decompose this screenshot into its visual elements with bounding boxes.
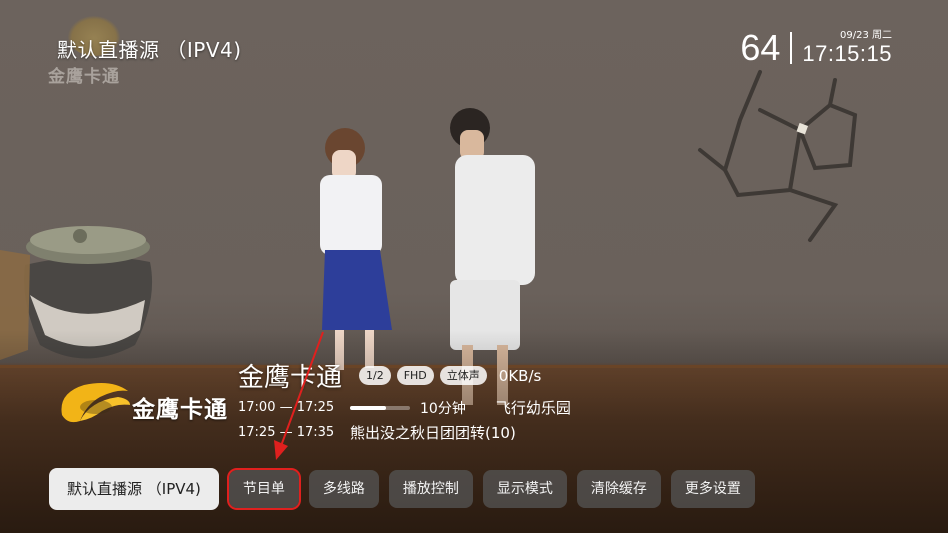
epg-current-title: 飞行幼乐园 (495, 399, 571, 417)
epg-next: 17:25 — 17:35 熊出没之秋日团团转(10) (238, 422, 516, 443)
channel-logo-text: 金鹰卡通 (132, 397, 228, 423)
clock-divider (790, 32, 793, 64)
display-mode-button[interactable]: 显示模式 (482, 470, 567, 508)
video-frame: 金鹰卡通 (0, 0, 948, 533)
clock-time: 17:15:15 (802, 41, 892, 66)
quality-badge: FHD (396, 366, 434, 385)
clear-cache-button[interactable]: 清除缓存 (576, 470, 661, 508)
wall-crack-drawing (698, 70, 858, 242)
clock-panel: 64 09/23 周二 17:15:15 (740, 26, 892, 70)
epg-remaining: 10分钟 (420, 400, 466, 417)
network-speed: 0KB/s (498, 366, 542, 385)
channel-number: 64 (740, 27, 781, 68)
epg-next-time: 17:25 — 17:35 (238, 425, 335, 440)
menu-bar: 默认直播源 （IPV4) 节目单 多线路 播放控制 显示模式 清除缓存 更多设置 (49, 468, 755, 510)
epg-next-title: 熊出没之秋日团团转(10) (350, 424, 516, 442)
audio-badge: 立体声 (439, 366, 487, 385)
more-settings-button[interactable]: 更多设置 (670, 470, 755, 508)
channel-badges: 1/2 FHD 立体声 0KB/s (359, 366, 541, 385)
epg-current-time: 17:00 — 17:25 (238, 400, 335, 415)
epg-progress-fill (350, 405, 386, 410)
channel-name: 金鹰卡通 (238, 363, 343, 393)
program-guide-button[interactable]: 节目单 (226, 468, 301, 510)
channel-watermark: 金鹰卡通 (48, 67, 120, 87)
source-title: 默认直播源 （IPV4) (57, 38, 242, 62)
channel-logo: 金鹰卡通 (56, 375, 228, 433)
track-badge: 1/2 (359, 366, 391, 385)
source-button[interactable]: 默认直播源 （IPV4) (49, 468, 219, 510)
epg-progress-bar (350, 405, 410, 410)
playback-control-button[interactable]: 播放控制 (388, 470, 473, 508)
epg-current: 17:00 — 17:25 10分钟 飞行幼乐园 (238, 397, 571, 418)
golden-eagle-logo-icon (61, 383, 130, 423)
multi-line-button[interactable]: 多线路 (308, 470, 379, 508)
